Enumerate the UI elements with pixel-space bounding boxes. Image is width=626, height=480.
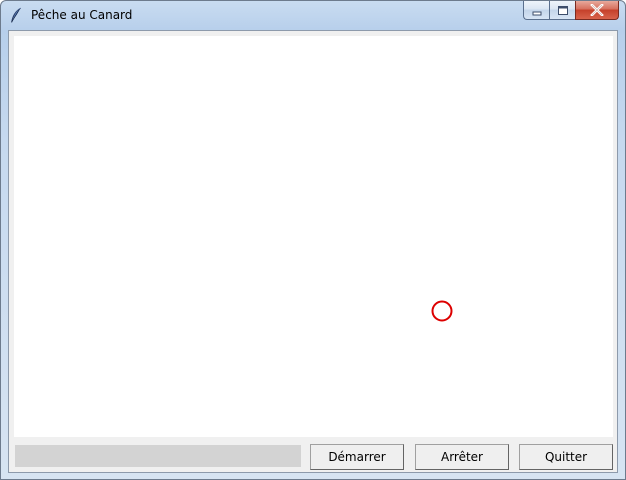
window-title: Pêche au Canard <box>31 8 133 22</box>
title-bar[interactable]: Pêche au Canard <box>1 1 625 29</box>
start-button[interactable]: Démarrer <box>310 444 404 470</box>
maximize-button[interactable] <box>549 1 575 20</box>
minimize-button[interactable] <box>523 1 549 20</box>
app-window: Pêche au Canard Démarrer Arrêter Quitter <box>0 0 626 480</box>
close-icon <box>590 1 604 20</box>
stop-button[interactable]: Arrêter <box>415 444 509 470</box>
quit-button[interactable]: Quitter <box>519 444 613 470</box>
game-canvas[interactable] <box>14 36 613 437</box>
minimize-icon <box>532 1 542 20</box>
feather-icon[interactable] <box>9 7 23 23</box>
caption-buttons <box>523 1 619 21</box>
close-button[interactable] <box>575 1 619 20</box>
status-bar <box>15 445 301 467</box>
client-area: Démarrer Arrêter Quitter <box>8 30 618 473</box>
duck-target[interactable] <box>430 299 454 323</box>
maximize-icon <box>557 1 569 20</box>
